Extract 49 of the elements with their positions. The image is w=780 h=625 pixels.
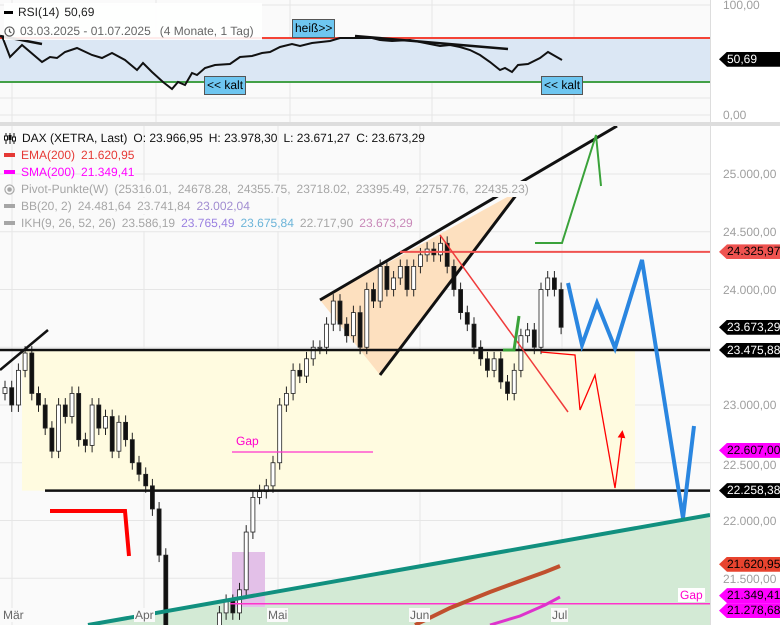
indicator-value: 22757.76, (415, 181, 469, 197)
instrument-name: DAX (XETRA, Last) (22, 130, 128, 146)
indicator-value: (25316.01, (114, 181, 172, 197)
gap-label: Gap (236, 434, 259, 448)
ohlc-value: O: 23.966,95 (133, 130, 203, 146)
indicator-name: IKH(9, 26, 52, 26) (21, 215, 116, 231)
indicator-value: 50,69 (64, 4, 94, 21)
indicator-name: RSI(14) (18, 4, 60, 21)
ohlc-value: H: 23.978,30 (208, 130, 278, 146)
gap-label: Gap (678, 588, 705, 602)
axis-tick-label: 24.000,00 (723, 282, 776, 296)
price-marker: 22.258,38 (719, 483, 780, 498)
ohlc-value: L: 23.671,27 (283, 130, 350, 146)
signal-tag: heiß>> (292, 19, 336, 38)
price-marker: 21.278,68 (719, 603, 780, 618)
price-marker: 21.349,41 (719, 588, 780, 604)
indicator-name: EMA(200) (21, 147, 76, 163)
period-length: (4 Monate, 1 Tag) (160, 23, 254, 40)
axis-tick-label: 25.000,00 (723, 167, 776, 181)
axis-tick-label: 22.500,00 (723, 458, 776, 472)
axis-tick-label: 100,00 (723, 0, 760, 12)
date-range: 03.03.2025 - 01.07.2025 (20, 23, 151, 40)
month-label: Mai (267, 608, 288, 622)
axis-tick-label: 22.000,00 (723, 514, 776, 528)
month-label: Jun (409, 608, 430, 622)
signal-tag: << kalt (204, 76, 246, 95)
month-label: Mär (2, 608, 25, 622)
month-label: Jul (551, 608, 568, 622)
axis-tick-label: 0,00 (723, 108, 746, 122)
price-marker: 24.325,97 (719, 244, 780, 260)
month-label: Apr (134, 608, 155, 622)
axis-tick-label: 21.500,00 (723, 572, 776, 586)
indicator-value: 23.675,84 (240, 215, 294, 231)
indicator-name: Pivot-Punkte(W) (21, 181, 108, 197)
axis-tick-label: 24.500,00 (723, 224, 776, 239)
axis-tick-label: 23.000,00 (723, 398, 776, 412)
ohlc-value: C: 23.673,29 (356, 130, 425, 146)
price-marker: 23.475,88 (719, 342, 780, 358)
indicator-value: 24355.75, (237, 181, 291, 197)
indicator-value: 23.586,19 (122, 215, 176, 231)
indicator-value: 22435.23) (474, 181, 529, 197)
price-marker: 21.620,95 (719, 556, 780, 572)
indicator-name: SMA(200) (21, 164, 76, 180)
price-marker: 50,69 (719, 52, 780, 67)
price-marker: 23.673,29 (719, 320, 780, 335)
signal-tag: << kalt (541, 76, 584, 95)
indicator-value: 23.741,84 (137, 198, 190, 214)
indicator-name: BB(20, 2) (21, 198, 72, 214)
price-marker: 22.607,00 (719, 442, 780, 458)
